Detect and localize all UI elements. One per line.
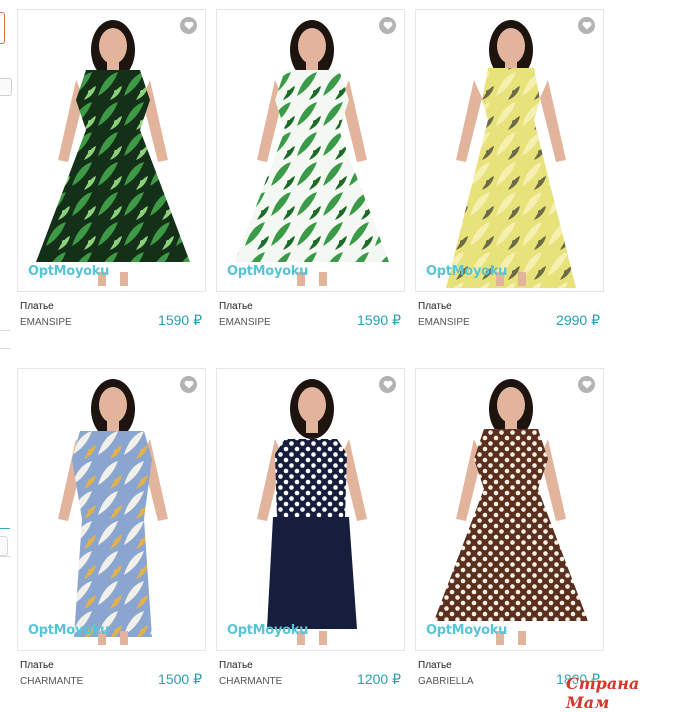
product-image[interactable]: OptMoyoku <box>216 9 405 292</box>
product-price: 1500 ₽ <box>158 671 202 687</box>
product-image[interactable]: OptMoyoku <box>216 368 405 651</box>
heart-icon <box>184 380 193 389</box>
heart-icon <box>383 21 392 30</box>
dress-photo[interactable] <box>217 10 404 291</box>
dress-photo[interactable] <box>416 369 603 650</box>
product-name[interactable]: Платье <box>219 660 253 671</box>
left-panel-edge <box>0 0 12 700</box>
product-name[interactable]: Платье <box>219 301 253 312</box>
dress-photo[interactable] <box>416 10 603 291</box>
divider <box>0 528 10 529</box>
favorite-button[interactable] <box>578 376 595 393</box>
product-brand: GABRIELLA <box>418 676 474 687</box>
product-brand: EMANSIPE <box>219 317 271 328</box>
favorite-button[interactable] <box>578 17 595 34</box>
product-image[interactable]: OptMoyoku <box>415 9 604 292</box>
product-brand: CHARMANTE <box>219 676 283 687</box>
heart-icon <box>383 380 392 389</box>
product-brand: CHARMANTE <box>20 676 84 687</box>
product-name[interactable]: Платье <box>418 301 452 312</box>
left-panel-control[interactable] <box>0 78 12 96</box>
shop-watermark: OptMoyoku <box>227 623 309 638</box>
shop-watermark: OptMoyoku <box>28 264 110 279</box>
product-brand: EMANSIPE <box>418 317 470 328</box>
product-price: 1590 ₽ <box>357 312 401 328</box>
product-image[interactable]: OptMoyoku <box>17 9 206 292</box>
product-price: 1590 ₽ <box>158 312 202 328</box>
shop-watermark: OptMoyoku <box>426 264 508 279</box>
shop-watermark: OptMoyoku <box>426 623 508 638</box>
product-price: 2990 ₽ <box>556 312 600 328</box>
left-panel-control[interactable] <box>0 536 8 556</box>
product-name[interactable]: Платье <box>20 660 54 671</box>
shop-watermark: OptMoyoku <box>227 264 309 279</box>
product-image[interactable]: OptMoyoku <box>415 368 604 651</box>
heart-icon <box>184 21 193 30</box>
product-name[interactable]: Платье <box>20 301 54 312</box>
divider <box>0 330 10 331</box>
favorite-button[interactable] <box>180 17 197 34</box>
favorite-button[interactable] <box>379 376 396 393</box>
product-price: 1200 ₽ <box>357 671 401 687</box>
left-panel-tab[interactable] <box>0 12 5 44</box>
product-name[interactable]: Платье <box>418 660 452 671</box>
dress-photo[interactable] <box>18 10 205 291</box>
shop-watermark: OptMoyoku <box>28 623 110 638</box>
divider <box>0 348 10 349</box>
product-brand: EMANSIPE <box>20 317 72 328</box>
heart-icon <box>582 380 591 389</box>
product-image[interactable]: OptMoyoku <box>17 368 206 651</box>
favorite-button[interactable] <box>180 376 197 393</box>
heart-icon <box>582 21 591 30</box>
site-watermark-logo: Страна Мам <box>566 674 640 712</box>
favorite-button[interactable] <box>379 17 396 34</box>
dress-photo[interactable] <box>217 369 404 650</box>
dress-photo[interactable] <box>18 369 205 650</box>
divider <box>0 556 10 557</box>
